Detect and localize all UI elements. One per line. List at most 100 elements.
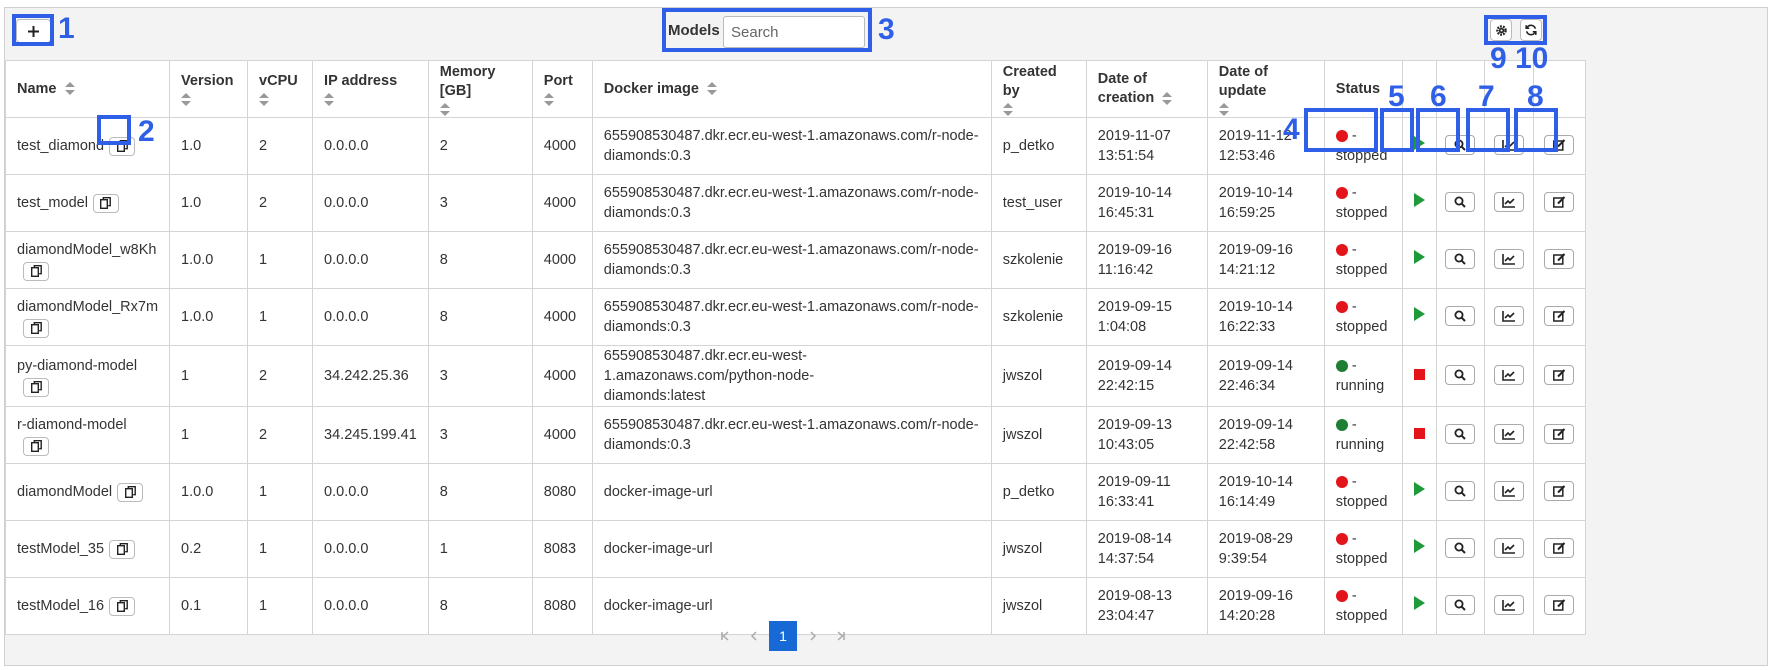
sort-icon[interactable] (64, 82, 75, 96)
details-button[interactable] (1445, 192, 1476, 212)
cell-created-by: jwszol (990, 520, 1087, 578)
prev-page-button[interactable] (747, 621, 761, 651)
play-icon (1413, 539, 1425, 553)
col-created-by[interactable]: Created by (990, 60, 1087, 118)
table-row[interactable]: diamondModel_w8Kh 1.0.0 1 0.0.0.0 8 4000 65590… (4, 231, 1586, 289)
start-stop-button[interactable] (1401, 345, 1437, 407)
last-page-button[interactable] (834, 621, 848, 651)
sort-icon[interactable] (1218, 102, 1229, 116)
edit-button[interactable] (1544, 424, 1575, 444)
annotation-label-4: 4 (1283, 113, 1300, 146)
cell-memory: 8 (427, 288, 533, 346)
copy-button[interactable] (23, 436, 49, 456)
cell-docker-image: 655908530487.dkr.ecr.eu-west-1.amazonaws… (591, 345, 992, 407)
sort-icon[interactable] (439, 102, 450, 116)
sort-icon[interactable] (543, 93, 554, 106)
table-row[interactable]: testModel_35 0.2 1 0.0.0.0 1 8083 docker-image… (4, 520, 1586, 578)
details-button[interactable] (1445, 538, 1476, 558)
metrics-button[interactable] (1493, 365, 1524, 385)
search-icon (1454, 196, 1466, 208)
copy-icon (30, 381, 42, 393)
cell-date-creation: 2019-09-15 1:04:08 (1085, 288, 1208, 346)
copy-button[interactable] (109, 539, 136, 559)
col-name[interactable]: Name (4, 60, 171, 118)
cell-date-update: 2019-10-14 16:59:25 (1206, 174, 1325, 232)
sort-icon[interactable] (259, 93, 270, 106)
table-row[interactable]: test_model 1.0 2 0.0.0.0 3 4000 655908530487.d… (4, 174, 1586, 232)
table-row[interactable]: r-diamond-model 1 2 34.245.199.41 3 4000 65590… (4, 406, 1586, 464)
table-row[interactable]: diamondModel 1.0.0 1 0.0.0.0 8 8080 docker-ima… (4, 463, 1586, 521)
copy-button[interactable] (23, 318, 49, 338)
col-version[interactable]: Version (169, 60, 249, 118)
first-page-button[interactable] (718, 621, 732, 651)
col-docker-image[interactable]: Docker image (591, 60, 992, 118)
details-button[interactable] (1445, 481, 1476, 501)
edit-button[interactable] (1544, 538, 1575, 558)
cell-details (1435, 174, 1485, 232)
page-button-1[interactable]: 1 (769, 621, 797, 651)
metrics-button[interactable] (1493, 424, 1524, 444)
edit-button[interactable] (1544, 481, 1575, 501)
start-stop-button[interactable] (1401, 463, 1437, 521)
edit-icon (1552, 542, 1565, 554)
sort-icon[interactable] (324, 93, 335, 106)
copy-button[interactable] (92, 193, 119, 213)
annotation-label-7: 7 (1478, 80, 1495, 113)
start-stop-button[interactable] (1401, 520, 1437, 578)
edit-button[interactable] (1544, 192, 1575, 212)
copy-button[interactable] (23, 261, 49, 281)
metrics-button[interactable] (1493, 538, 1524, 558)
cell-date-creation: 2019-09-14 22:42:15 (1085, 345, 1208, 407)
cell-docker-image: 655908530487.dkr.ecr.eu-west-1.amazonaws… (591, 406, 992, 464)
copy-icon (100, 197, 112, 210)
copy-icon (30, 440, 42, 452)
edit-button[interactable] (1544, 306, 1575, 326)
cell-version: 1.0 (169, 117, 249, 175)
copy-button[interactable] (23, 377, 49, 397)
copy-button[interactable] (117, 482, 144, 502)
col-ip[interactable]: IP address (312, 60, 429, 118)
edit-icon (1552, 196, 1565, 208)
next-page-button[interactable] (806, 621, 820, 651)
cell-date-creation: 2019-10-14 16:45:31 (1085, 174, 1208, 232)
sort-icon[interactable] (706, 82, 717, 96)
table-row[interactable]: diamondModel_Rx7m 1.0.0 1 0.0.0.0 8 4000 65590… (4, 288, 1586, 346)
start-stop-button[interactable] (1401, 406, 1437, 464)
edit-button[interactable] (1544, 365, 1575, 385)
edit-button[interactable] (1544, 249, 1575, 269)
metrics-button[interactable] (1493, 192, 1524, 212)
edit-button[interactable] (1544, 595, 1575, 615)
model-name: py-diamond-model (17, 357, 138, 374)
sort-icon[interactable] (1162, 91, 1173, 105)
metrics-button[interactable] (1493, 481, 1524, 501)
cell-created-by: jwszol (990, 345, 1087, 407)
details-button[interactable] (1445, 595, 1476, 615)
table-row[interactable]: py-diamond-model 1 2 34.242.25.36 3 4000 65590… (4, 345, 1586, 407)
details-button[interactable] (1445, 249, 1476, 269)
col-date-creation[interactable]: Date of creation (1085, 60, 1208, 118)
cell-date-update: 2019-10-14 16:22:33 (1206, 288, 1325, 346)
metrics-button[interactable] (1493, 306, 1524, 326)
edit-icon (1552, 310, 1565, 322)
sort-icon[interactable] (1002, 102, 1013, 116)
cell-port: 4000 (531, 288, 593, 346)
copy-icon (30, 322, 42, 334)
metrics-button[interactable] (1493, 249, 1524, 269)
details-button[interactable] (1445, 424, 1476, 444)
details-button[interactable] (1445, 306, 1476, 326)
cell-port: 8080 (531, 463, 593, 521)
cell-edit (1532, 406, 1586, 464)
chart-icon (1501, 197, 1515, 208)
start-stop-button[interactable] (1401, 174, 1437, 232)
start-stop-button[interactable] (1401, 231, 1437, 289)
start-stop-button[interactable] (1401, 288, 1437, 346)
col-vcpu[interactable]: vCPU (247, 60, 314, 118)
cell-date-creation: 2019-11-07 13:51:54 (1085, 117, 1208, 175)
col-memory[interactable]: Memory [GB] (427, 60, 533, 118)
cell-port: 4000 (531, 406, 593, 464)
cell-memory: 3 (427, 174, 533, 232)
sort-icon[interactable] (181, 93, 192, 106)
details-button[interactable] (1445, 365, 1476, 385)
metrics-button[interactable] (1493, 595, 1524, 615)
col-port[interactable]: Port (531, 60, 593, 118)
